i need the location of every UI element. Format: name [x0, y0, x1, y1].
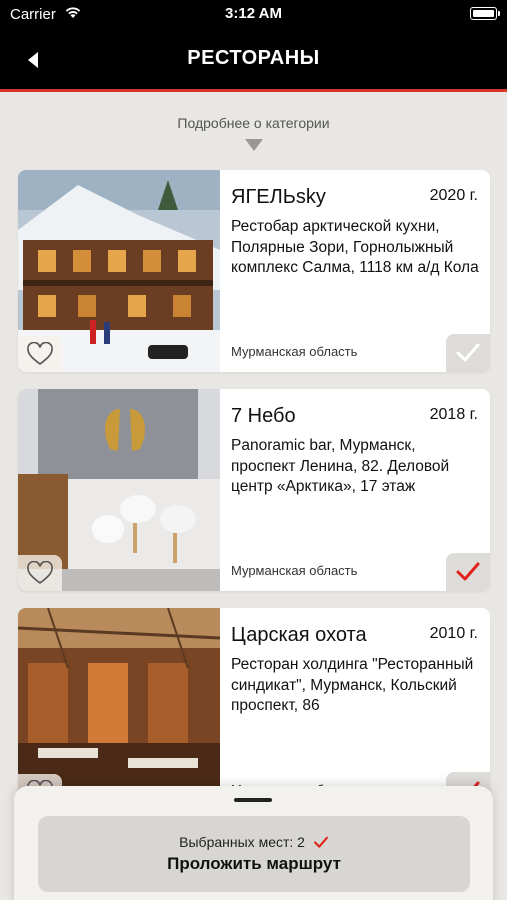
restaurant-description: Ресторан холдинга "Ресторанный синдикат"…	[231, 656, 474, 714]
restaurant-name: Царская охота	[231, 624, 367, 646]
sheet-drag-handle[interactable]	[234, 798, 272, 802]
restaurant-card[interactable]: Царская охота 2010 г. Ресторан холдинга …	[18, 608, 490, 810]
restaurant-name: ЯГЕЛЬsky	[231, 186, 326, 208]
restaurant-region: Мурманская область	[231, 563, 358, 578]
selected-count-label: Выбранных мест: 2	[179, 834, 305, 850]
restaurant-card[interactable]: ЯГЕЛЬsky 2020 г. Рестобар арктической ку…	[18, 170, 490, 372]
restaurant-year: 2018 г.	[429, 406, 478, 423]
battery-icon	[470, 7, 500, 20]
category-details-link[interactable]: Подробнее о категории	[0, 115, 507, 131]
page-title: РЕСТОРАНЫ	[187, 47, 320, 69]
restaurant-description: Panoramic bar, Мурманск, проспект Ленина…	[231, 437, 450, 495]
build-route-button[interactable]: Выбранных мест: 2 Проложить маршрут	[38, 816, 470, 892]
restaurant-year: 2020 г.	[429, 187, 478, 204]
top-bar: Carrier 3:12 AM РЕСТОРАНЫ	[0, 0, 507, 92]
restaurant-year: 2010 г.	[429, 625, 478, 642]
clock: 3:12 AM	[225, 5, 282, 22]
restaurant-description: Рестобар арктической кухни, Полярные Зор…	[231, 218, 479, 276]
restaurant-region: Мурманская область	[231, 344, 358, 359]
status-bar: Carrier 3:12 AM	[0, 0, 507, 30]
heart-icon[interactable]	[18, 336, 62, 372]
restaurant-name: 7 Небо	[231, 405, 296, 427]
build-route-label: Проложить маршрут	[167, 854, 341, 873]
checkmark-icon[interactable]	[446, 553, 490, 591]
checkmark-icon[interactable]	[446, 334, 490, 372]
heart-icon[interactable]	[18, 555, 62, 591]
checkmark-icon	[313, 836, 329, 852]
restaurant-card[interactable]: 7 Небо 2018 г. Panoramic bar, Мурманск, …	[18, 389, 490, 591]
selected-count: Выбранных мест: 2	[38, 834, 470, 852]
header-accent-line	[0, 89, 507, 92]
route-bottom-sheet: Выбранных мест: 2 Проложить маршрут	[14, 786, 493, 900]
triangle-down-icon[interactable]	[244, 138, 264, 157]
